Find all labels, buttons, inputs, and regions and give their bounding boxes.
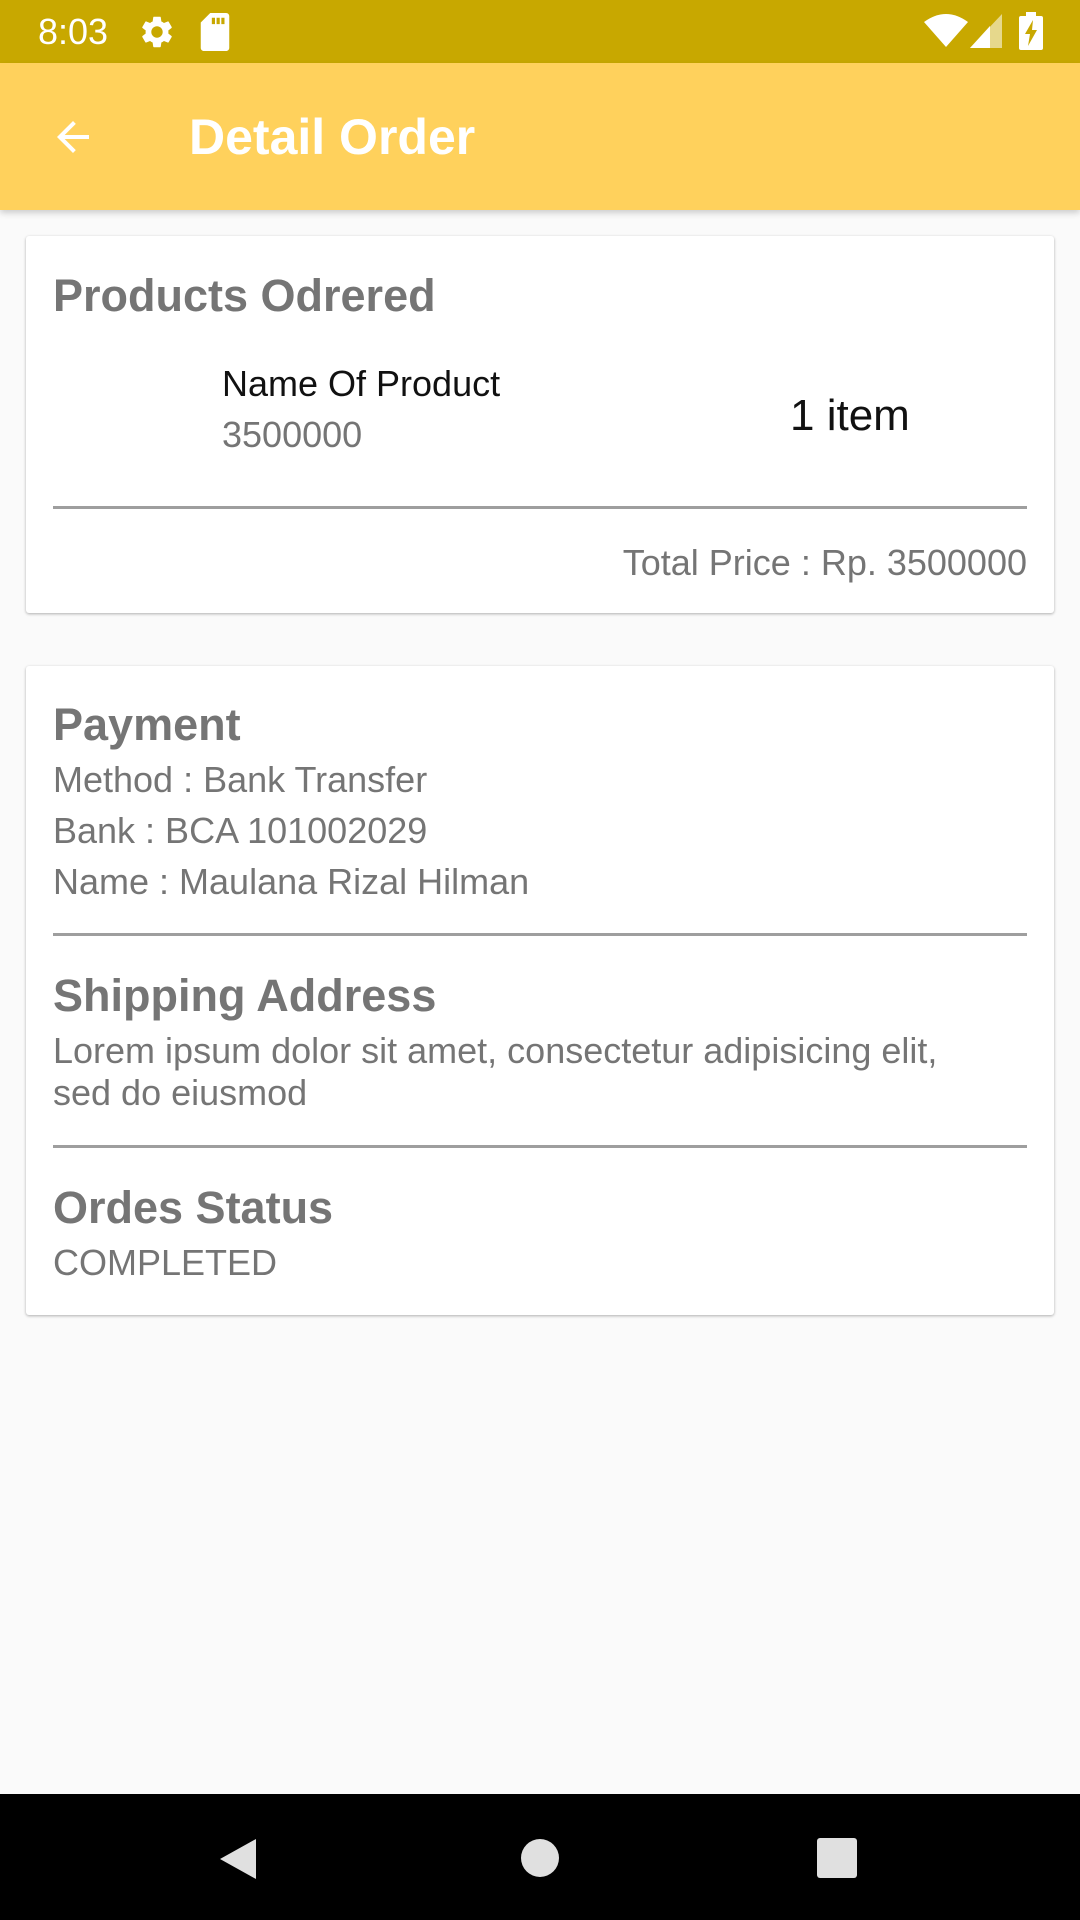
shipping-address-line: Lorem ipsum dolor sit amet, consectetur …	[53, 1030, 938, 1071]
product-price: 3500000	[222, 414, 363, 455]
back-button[interactable]	[36, 100, 110, 174]
sd-card-icon	[200, 13, 230, 51]
products-heading: Products Odrered	[53, 270, 436, 321]
battery-charging-icon	[1019, 12, 1043, 50]
payment-name: Name : Maulana Rizal Hilman	[53, 861, 530, 902]
payment-heading: Payment	[53, 699, 241, 750]
product-quantity: 1 item	[790, 391, 910, 440]
order-status-value: COMPLETED	[53, 1242, 278, 1283]
payment-method: Method : Bank Transfer	[53, 759, 428, 800]
total-price: Total Price : Rp. 3500000	[622, 542, 1027, 583]
app-bar: Detail Order	[0, 63, 1080, 210]
status-bar: 8:03	[0, 0, 1080, 63]
payment-bank: Bank : BCA 101002029	[53, 810, 428, 851]
page-title: Detail Order	[189, 109, 476, 165]
product-name: Name Of Product	[222, 363, 501, 404]
shipping-address: Lorem ipsum dolor sit amet, consectetur …	[53, 1030, 1013, 1114]
settings-icon	[142, 16, 172, 48]
order-details-card: Payment Method : Bank Transfer Bank : BC…	[26, 666, 1054, 1315]
shipping-heading: Shipping Address	[53, 970, 437, 1021]
order-status-heading: Ordes Status	[53, 1182, 334, 1233]
divider	[53, 933, 1027, 936]
divider	[53, 1145, 1027, 1148]
navigation-bar	[0, 1794, 1080, 1920]
shipping-address-line: sed do eiusmod	[53, 1072, 308, 1113]
nav-recents-icon[interactable]	[817, 1838, 857, 1878]
signal-icon	[970, 14, 1002, 48]
arrow-back-icon	[57, 121, 89, 153]
wifi-icon	[924, 14, 968, 47]
status-time: 8:03	[38, 11, 109, 52]
divider	[53, 506, 1027, 509]
nav-back-icon[interactable]	[216, 1836, 260, 1882]
products-ordered-card: Products Odrered Name Of Product 3500000…	[26, 236, 1054, 613]
nav-home-icon[interactable]	[520, 1838, 560, 1878]
